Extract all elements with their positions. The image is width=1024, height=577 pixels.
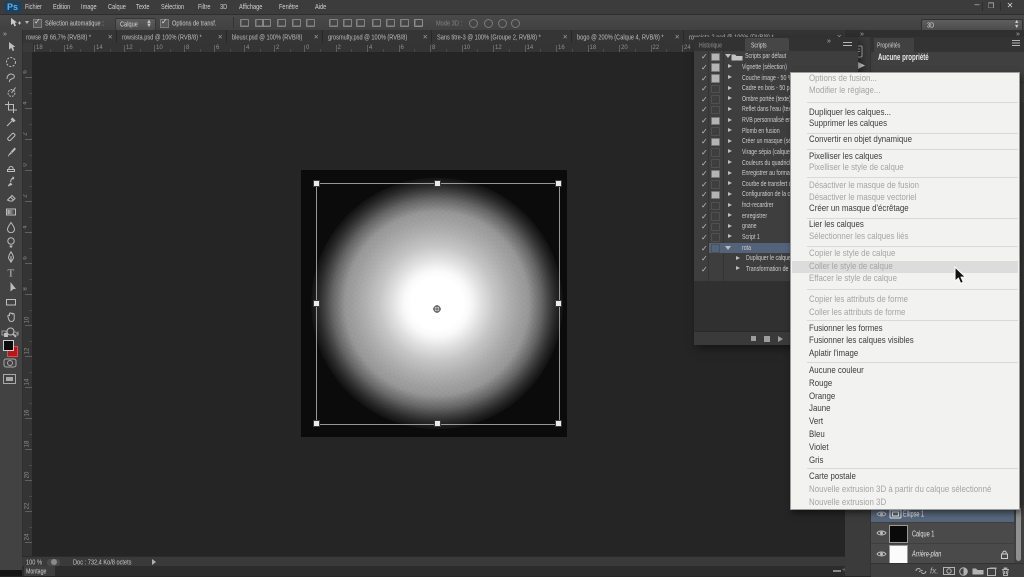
svg-text:T: T: [8, 268, 15, 279]
